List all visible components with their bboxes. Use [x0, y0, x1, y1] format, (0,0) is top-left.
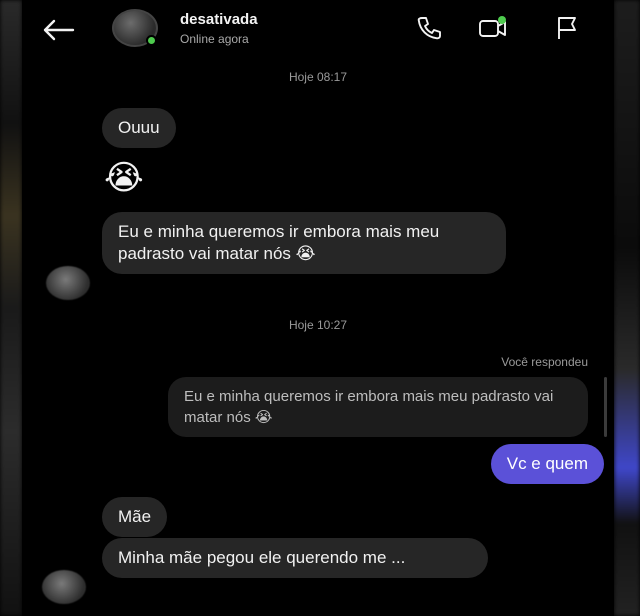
- quote-bar: [604, 377, 607, 437]
- contact-avatar[interactable]: [112, 9, 162, 49]
- incoming-message[interactable]: Ouuu: [102, 108, 176, 148]
- report-button[interactable]: [552, 14, 582, 42]
- phone-icon: [417, 17, 441, 40]
- back-button[interactable]: [38, 14, 78, 46]
- back-arrow-icon: [43, 19, 75, 41]
- reply-label: Você respondeu: [501, 355, 588, 369]
- timestamp: Hoje 08:17: [288, 70, 348, 84]
- chat-header: desativada Online agora: [22, 0, 614, 56]
- call-button[interactable]: [414, 14, 444, 42]
- crying-emoji: 😭: [254, 408, 273, 426]
- chat-screen: desativada Online agora Hoje 08:17 Ouuu …: [22, 0, 614, 616]
- quoted-message[interactable]: Eu e minha queremos ir embora mais meu p…: [168, 377, 588, 437]
- sender-avatar[interactable]: [46, 266, 90, 300]
- incoming-message[interactable]: Eu e minha queremos ir embora mais meu p…: [102, 212, 506, 274]
- crying-emoji: 😭: [295, 244, 316, 264]
- quoted-text: Eu e minha queremos ir embora mais meu p…: [184, 388, 554, 426]
- blurred-background-right: [614, 0, 640, 616]
- video-call-button[interactable]: [478, 14, 508, 42]
- incoming-message[interactable]: Minha mãe pegou ele querendo me ...: [102, 538, 488, 578]
- contact-name[interactable]: desativada: [180, 11, 258, 28]
- flag-icon: [558, 17, 576, 39]
- outgoing-message[interactable]: Vc e quem: [490, 444, 604, 484]
- message-text: Eu e minha queremos ir embora mais meu p…: [118, 222, 440, 263]
- crying-emoji-message[interactable]: 😭: [104, 158, 144, 198]
- sender-avatar[interactable]: [42, 570, 86, 604]
- contact-status: Online agora: [180, 32, 249, 46]
- incoming-message[interactable]: Mãe: [102, 497, 168, 537]
- online-indicator: [146, 35, 157, 46]
- blurred-background-left: [0, 0, 22, 616]
- video-icon: [479, 16, 506, 37]
- timestamp: Hoje 10:27: [288, 318, 348, 332]
